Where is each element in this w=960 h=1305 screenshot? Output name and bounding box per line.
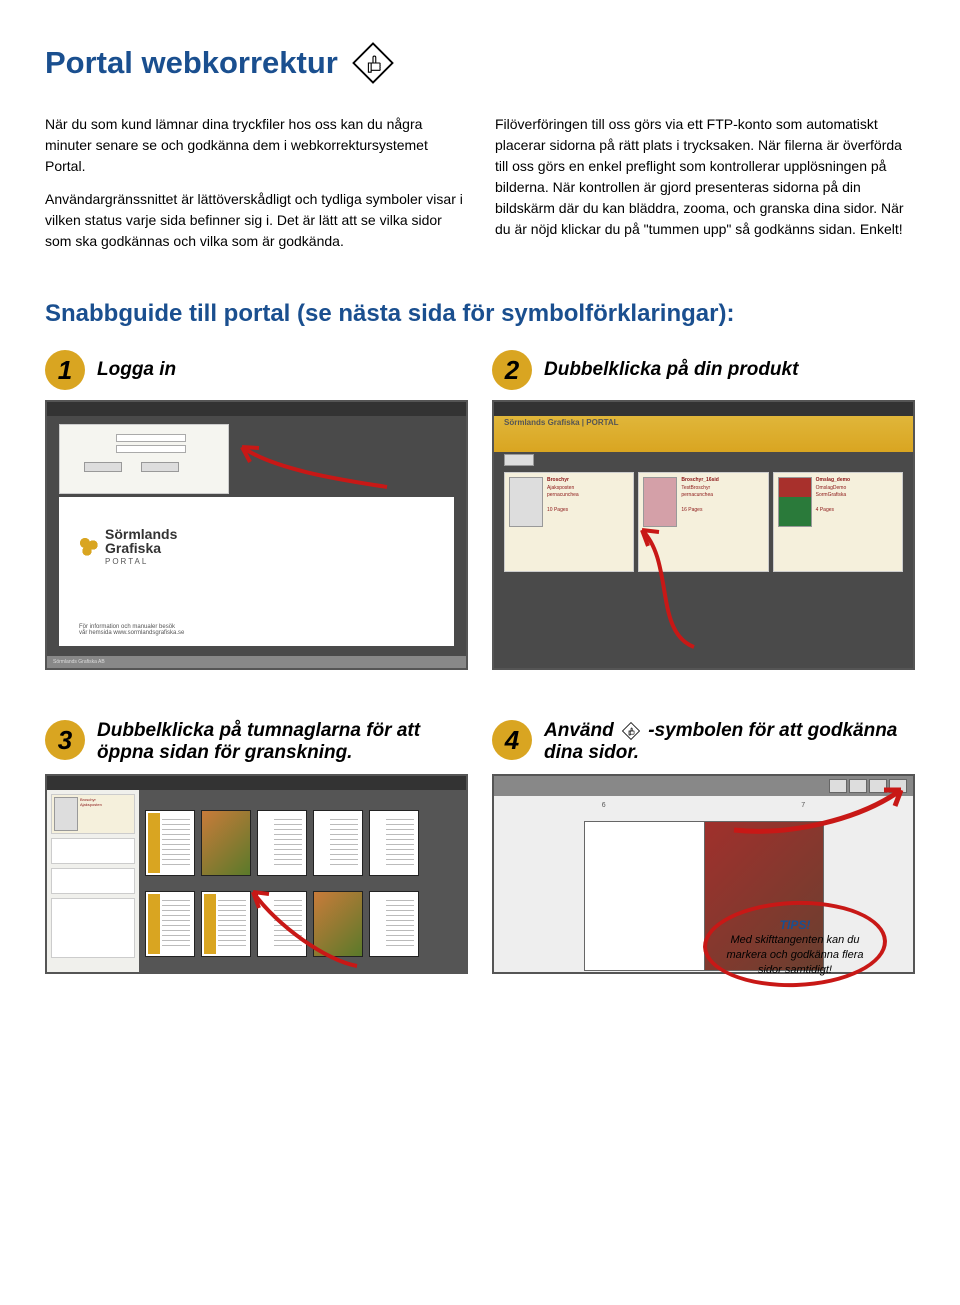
red-arrow-annotation	[729, 780, 909, 840]
page-thumbnail[interactable]	[145, 891, 195, 957]
tips-title: TIPS!	[721, 917, 869, 933]
page-thumbnail[interactable]	[201, 810, 251, 876]
intro-columns: När du som kund lämnar dina tryckfiler h…	[45, 114, 915, 264]
guide-section-title: Snabbguide till portal (se nästa sida fö…	[45, 300, 915, 328]
page-title: Portal webkorrektur	[45, 45, 338, 81]
step-4-title: Använd -symbolen för att godkänna dina s…	[544, 720, 915, 764]
login-footer: För information och manualer besök vår h…	[79, 624, 434, 636]
product-card[interactable]: Broschyr Ajaksposten pernacunchea 10 Pag…	[504, 472, 634, 572]
title-row: Portal webkorrektur	[45, 40, 915, 86]
page-thumbnail[interactable]	[257, 810, 307, 876]
thumbs-up-icon	[621, 720, 641, 742]
page-thumbnail[interactable]	[145, 810, 195, 876]
tips-callout: TIPS! Med skifttangenten kan du markera …	[715, 911, 875, 984]
page-thumbnail[interactable]	[369, 810, 419, 876]
guide-row-1: 1 Logga in Sörmlands Grafiska PO	[45, 350, 915, 670]
intro-left-p2: Användargränssnittet är lättöverskådligt…	[45, 189, 465, 252]
page-thumbnail[interactable]	[369, 891, 419, 957]
portal-logo: Sörmlands Grafiska PORTAL	[79, 527, 434, 566]
guide-row-2: 3 Dubbelklicka på tumnaglarna för att öp…	[45, 720, 915, 974]
intro-right-p1: Filöverföringen till oss görs via ett FT…	[495, 114, 915, 240]
thumbs-up-icon	[350, 40, 396, 86]
reset-button[interactable]	[141, 462, 179, 472]
step-2-badge: 2	[492, 350, 532, 390]
step-3: 3 Dubbelklicka på tumnaglarna för att öp…	[45, 720, 468, 974]
step-2: 2 Dubbelklicka på din produkt Sörmlands …	[492, 350, 915, 670]
red-arrow-annotation	[634, 522, 754, 652]
password-input[interactable]	[116, 445, 186, 453]
red-arrow-annotation	[237, 442, 397, 492]
login-panel	[59, 424, 229, 494]
step-1: 1 Logga in Sörmlands Grafiska PO	[45, 350, 468, 670]
step-2-title: Dubbelklicka på din produkt	[544, 359, 798, 381]
intro-left-p1: När du som kund lämnar dina tryckfiler h…	[45, 114, 465, 177]
product-card[interactable]: Omslag_demo OmslagDemo SormGrafiska 4 Pa…	[773, 472, 903, 572]
company-label: Sörmlands Grafiska AB	[53, 659, 105, 665]
step-4: 4 Använd -symbolen för att godkänna dina…	[492, 720, 915, 974]
tips-body: Med skifttangenten kan du markera och go…	[721, 933, 869, 978]
step-4-badge: 4	[492, 720, 532, 760]
screenshot-products: Sörmlands Grafiska | PORTAL Broschyr Aja…	[492, 400, 915, 670]
login-button[interactable]	[84, 462, 122, 472]
intro-left: När du som kund lämnar dina tryckfiler h…	[45, 114, 465, 264]
step-1-title: Logga in	[97, 359, 176, 381]
step-1-badge: 1	[45, 350, 85, 390]
intro-right: Filöverföringen till oss görs via ett FT…	[495, 114, 915, 264]
step-3-badge: 3	[45, 720, 85, 760]
screenshot-thumbnails: BroschyrAjaksposten	[45, 774, 468, 974]
page-thumbnail[interactable]	[201, 891, 251, 957]
page-thumbnail[interactable]	[313, 810, 363, 876]
screenshot-login: Sörmlands Grafiska PORTAL För informatio…	[45, 400, 468, 670]
red-arrow-annotation	[247, 886, 367, 974]
filter-tab[interactable]	[504, 454, 534, 466]
step-3-title: Dubbelklicka på tumnaglarna för att öppn…	[97, 720, 468, 764]
username-input[interactable]	[116, 434, 186, 442]
side-panel: BroschyrAjaksposten	[47, 790, 139, 972]
portal-header-brand: Sörmlands Grafiska | PORTAL	[504, 418, 619, 427]
